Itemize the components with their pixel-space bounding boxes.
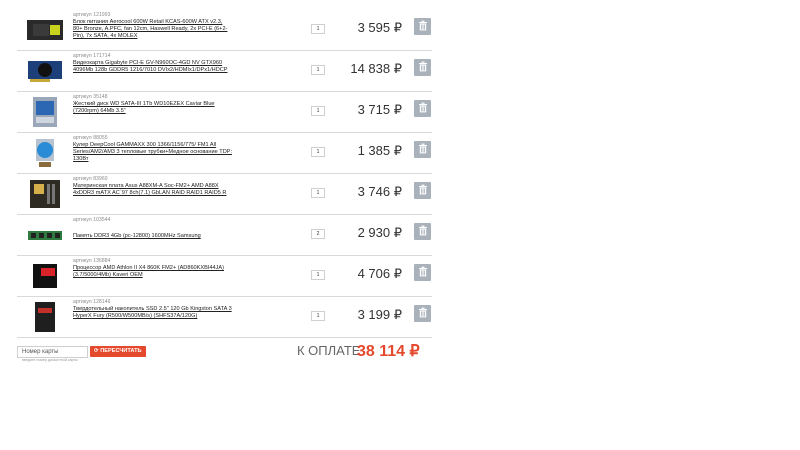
trash-icon [418,59,428,77]
product-title-link[interactable]: Процессор AMD Athlon II X4 860K FM2+ (AD… [73,265,233,279]
cart-item-row: артикул 35148 Жесткий диск WD SATA-III 1T… [17,92,432,133]
item-price: 4 706 ₽ [357,266,402,281]
recalc-label: ПЕРЕСЧИТАТЬ [100,348,142,354]
quantity-input[interactable]: 1 [311,106,325,116]
delete-item-button[interactable] [414,305,431,322]
card-number-input[interactable]: Номер карты [17,346,88,358]
total-label: К ОПЛАТЕ [297,343,361,358]
cart-item-row: артикул 128146 Твердотельный накопитель S… [17,297,432,338]
delete-item-button[interactable] [414,182,431,199]
quantity-input[interactable]: 1 [311,147,325,157]
item-price: 3 746 ₽ [357,184,402,199]
card-number-hint: введите номер дисконтной карты [22,358,78,362]
item-price: 1 385 ₽ [357,143,402,158]
item-price: 3 715 ₽ [357,102,402,117]
article-number: артикул 83960 [73,176,108,182]
trash-icon [418,264,428,282]
delete-item-button[interactable] [414,264,431,281]
quantity-input[interactable]: 1 [311,270,325,280]
quantity-input[interactable]: 2 [311,229,325,239]
delete-item-button[interactable] [414,18,431,35]
article-number: артикул 136884 [73,258,111,264]
cart-list: артикул 121993 Блок питания Aerocool 600W… [17,10,432,338]
cart-item-row: артикул 121993 Блок питания Aerocool 600W… [17,10,432,51]
quantity-input[interactable]: 1 [311,188,325,198]
trash-icon [418,141,428,159]
delete-item-button[interactable] [414,141,431,158]
article-number: артикул 88055 [73,135,108,141]
ssd-icon[interactable] [19,300,71,334]
cart-item-row: артикул 171714 Видеокарта Gigabyte PCI-E … [17,51,432,92]
delete-item-button[interactable] [414,100,431,117]
product-title-link[interactable]: Видеокарта Gigabyte PCI-E GV-N960OC-4GD … [73,60,233,74]
cart-item-row: артикул 103544 Память DDR3 4Gb (pc-12800)… [17,215,432,256]
quantity-input[interactable]: 1 [311,24,325,34]
cart-item-row: артикул 136884 Процессор AMD Athlon II X4… [17,256,432,297]
item-price: 3 595 ₽ [357,20,402,35]
item-price: 14 838 ₽ [350,61,402,76]
trash-icon [418,18,428,36]
total-value: 38 114 ₽ [357,343,420,360]
trash-icon [418,305,428,323]
product-title-link[interactable]: Кулер DeepCool GAMMAXX 300 1366/1156/775… [73,142,233,163]
item-price: 2 930 ₽ [357,225,402,240]
article-number: артикул 35148 [73,94,108,100]
power-supply-icon[interactable] [19,13,71,47]
quantity-input[interactable]: 1 [311,311,325,321]
trash-icon [418,100,428,118]
cpu-icon[interactable] [19,259,71,293]
trash-icon [418,223,428,241]
cooler-icon[interactable] [19,136,71,170]
video-card-icon[interactable] [19,54,71,88]
ram-icon[interactable] [19,218,71,252]
product-title-link[interactable]: Твердотельный накопитель SSD 2.5" 120 Gb… [73,306,233,320]
item-price: 3 199 ₽ [357,307,402,322]
cart-item-row: артикул 88055 Кулер DeepCool GAMMAXX 300 … [17,133,432,174]
cart-item-row: артикул 83960 Материнская плата Asus A88X… [17,174,432,215]
recalc-button[interactable]: ⟳ ПЕРЕСЧИТАТЬ [90,346,146,357]
delete-item-button[interactable] [414,59,431,76]
article-number: артикул 103544 [73,217,111,223]
delete-item-button[interactable] [414,223,431,240]
article-number: артикул 128146 [73,299,111,305]
article-number: артикул 171714 [73,53,111,59]
product-title-link[interactable]: Жесткий диск WD SATA-III 1Tb WD10EZEX Ca… [73,101,233,115]
hard-disk-icon[interactable] [19,95,71,129]
trash-icon [418,182,428,200]
product-title-link[interactable]: Блок питания Aerocool 600W Retail KCAS-6… [73,19,233,40]
product-title-link[interactable]: Память DDR3 4Gb (pc-12800) 1600MHz Samsu… [73,233,233,240]
quantity-input[interactable]: 1 [311,65,325,75]
motherboard-icon[interactable] [19,177,71,211]
product-title-link[interactable]: Материнская плата Asus A88XM-A Soc-FM2+ … [73,183,233,197]
article-number: артикул 121993 [73,12,111,18]
